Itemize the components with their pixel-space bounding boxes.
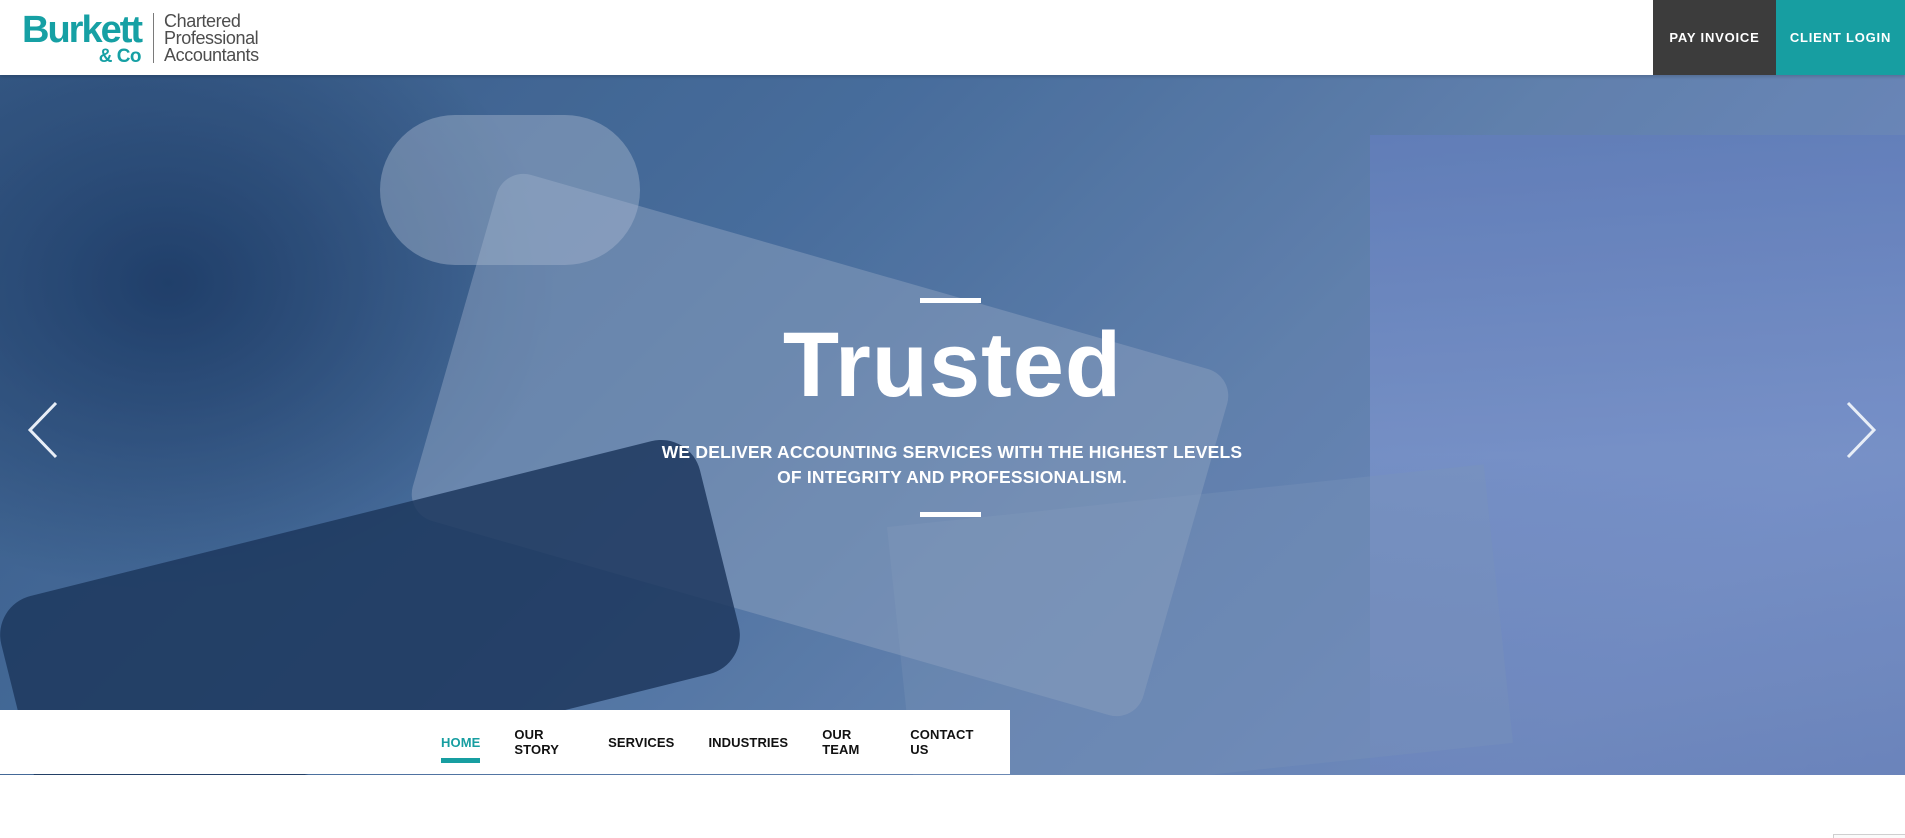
hero-divider-top [920, 298, 981, 303]
corner-widget[interactable] [1833, 834, 1905, 838]
logo-name: Burkett [22, 8, 143, 51]
pay-invoice-button[interactable]: PAY INVOICE [1653, 0, 1776, 75]
nav-item-industries[interactable]: INDUSTRIES [708, 710, 788, 774]
nav-item-contact-us[interactable]: CONTACT US [910, 710, 976, 774]
chevron-right-icon [1846, 401, 1877, 459]
nav-item-label: HOME [441, 734, 481, 750]
logo-tagline: Chartered Professional Accountants [164, 10, 259, 65]
hero-content: Trusted WE DELIVER ACCOUNTING SERVICES W… [0, 75, 1905, 775]
hero-subtitle: WE DELIVER ACCOUNTING SERVICES WITH THE … [661, 442, 1243, 487]
logo-tagline-line: Chartered [164, 10, 241, 31]
nav-item-home[interactable]: HOME [441, 710, 481, 774]
site-header: Burkett & Co Chartered Professional Acco… [0, 0, 1905, 75]
logo-tagline-line: Accountants [164, 44, 259, 65]
hero-slider: Trusted WE DELIVER ACCOUNTING SERVICES W… [0, 75, 1905, 775]
logo-co: & Co [98, 45, 142, 67]
chevron-left-icon [27, 401, 58, 459]
site-logo[interactable]: Burkett & Co Chartered Professional Acco… [22, 8, 259, 67]
slider-prev-button[interactable] [14, 395, 74, 465]
nav-item-label: INDUSTRIES [708, 734, 789, 750]
nav-list: HOME OUR STORY SERVICES INDUSTRIES OUR T… [441, 710, 1010, 774]
nav-item-label: CONTACT US [910, 727, 974, 757]
slider-next-button[interactable] [1830, 395, 1890, 465]
logo-tagline-line: Professional [164, 27, 259, 48]
nav-item-services[interactable]: SERVICES [608, 710, 674, 774]
hero-title: Trusted [782, 314, 1123, 416]
nav-item-label: SERVICES [608, 734, 675, 750]
client-login-button[interactable]: CLIENT LOGIN [1776, 0, 1905, 75]
logo-wordmark: Burkett & Co [22, 8, 143, 67]
nav-item-our-story[interactable]: OUR STORY [514, 710, 574, 774]
hero-divider-bottom [920, 512, 981, 517]
logo-divider [153, 13, 155, 63]
nav-item-label: OUR TEAM [822, 727, 860, 757]
main-navigation: HOME OUR STORY SERVICES INDUSTRIES OUR T… [0, 710, 1010, 774]
nav-item-label: OUR STORY [514, 727, 559, 757]
nav-item-our-team[interactable]: OUR TEAM [822, 710, 876, 774]
nav-active-indicator [441, 758, 481, 763]
